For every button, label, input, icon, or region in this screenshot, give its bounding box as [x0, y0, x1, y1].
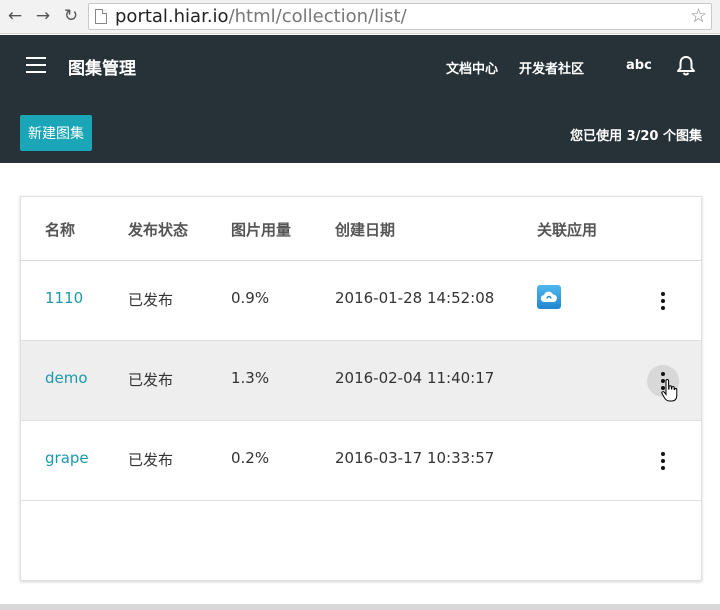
bell-icon[interactable] [676, 55, 696, 77]
forward-arrow-icon[interactable]: → [32, 5, 54, 27]
column-header-name: 名称 [45, 221, 76, 239]
usage-cell: 0.2% [231, 449, 270, 467]
date-cell: 2016-01-28 14:52:08 [335, 289, 495, 307]
browser-toolbar: ← → ↻ portal.hiar.io/html/collection/lis… [0, 0, 720, 34]
column-header-usage: 图片用量 [231, 221, 292, 239]
new-collection-button[interactable]: 新建图集 [20, 115, 92, 151]
date-cell: 2016-03-17 10:33:57 [335, 449, 495, 467]
status-cell: 已发布 [128, 291, 174, 309]
column-header-date: 创建日期 [335, 221, 396, 239]
table-row: 1110 已发布 0.9% 2016-01-28 14:52:08 [21, 261, 701, 341]
column-header-status: 发布状态 [128, 221, 189, 239]
collection-table-card: 名称 发布状态 图片用量 创建日期 关联应用 1110 已发布 0.9% 201… [20, 196, 702, 581]
url-text: portal.hiar.io/html/collection/list/ [115, 6, 407, 27]
hand-cursor-icon [661, 379, 678, 402]
more-options-icon[interactable] [647, 285, 679, 317]
status-cell: 已发布 [128, 371, 174, 389]
app-header: 图集管理 文档中心 开发者社区 abc 新建图集 您已使用 3/20 个图集 [0, 35, 720, 163]
usage-cell: 0.9% [231, 289, 270, 307]
collection-name-link[interactable]: 1110 [45, 289, 83, 307]
reload-icon[interactable]: ↻ [60, 5, 82, 27]
collection-name-link[interactable]: demo [45, 369, 88, 387]
usage-summary: 您已使用 3/20 个图集 [570, 129, 702, 144]
address-bar[interactable]: portal.hiar.io/html/collection/list/ ☆ [88, 3, 712, 30]
nav-link-docs[interactable]: 文档中心 [446, 58, 498, 77]
usage-cell: 1.3% [231, 369, 270, 387]
back-arrow-icon[interactable]: ← [4, 5, 26, 27]
horizontal-scrollbar[interactable] [0, 604, 720, 610]
page-title: 图集管理 [68, 59, 136, 79]
table-header: 名称 发布状态 图片用量 创建日期 关联应用 [21, 197, 701, 261]
table-row: demo 已发布 1.3% 2016-02-04 11:40:17 [21, 341, 701, 421]
menu-icon[interactable] [26, 57, 46, 73]
cloud-app-icon[interactable] [537, 285, 561, 309]
table-row: grape 已发布 0.2% 2016-03-17 10:33:57 [21, 421, 701, 501]
nav-link-community[interactable]: 开发者社区 [519, 58, 584, 77]
date-cell: 2016-02-04 11:40:17 [335, 369, 495, 387]
collection-name-link[interactable]: grape [45, 449, 89, 467]
more-options-icon[interactable] [647, 445, 679, 477]
bookmark-star-icon[interactable]: ☆ [690, 5, 707, 27]
column-header-app: 关联应用 [537, 221, 598, 239]
user-name[interactable]: abc [626, 58, 652, 73]
page-icon [95, 9, 107, 24]
status-cell: 已发布 [128, 451, 174, 469]
